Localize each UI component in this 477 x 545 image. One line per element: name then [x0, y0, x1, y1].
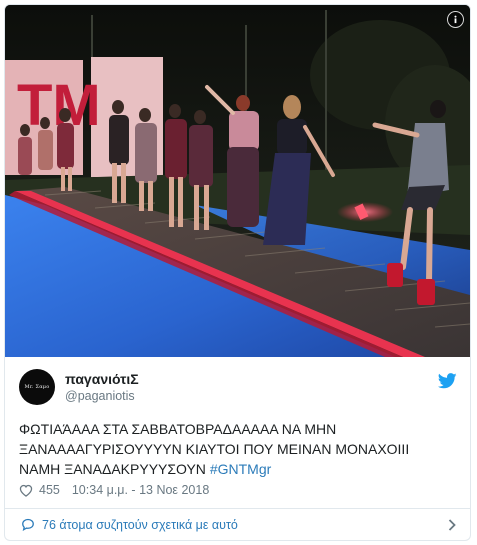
tweet-meta: 455 10:34 μ.μ. - 13 Νοε 2018 — [19, 481, 209, 499]
info-icon[interactable] — [447, 11, 464, 28]
avatar[interactable]: Mr. Σαμο — [19, 369, 55, 405]
tweet-card: TM Mr. Σαμο παγανιότιΣ @paganiotis ΦΩΤΙΑ… — [4, 4, 471, 541]
hashtag-link[interactable]: #GNTMgr — [210, 461, 271, 477]
speech-bubble-icon — [22, 518, 34, 531]
chevron-right-icon[interactable] — [448, 519, 456, 531]
display-name[interactable]: παγανιότιΣ — [65, 371, 139, 387]
avatar-text: Mr. Σαμο — [24, 384, 50, 390]
tweet-photo[interactable]: TM — [5, 5, 470, 357]
tweet-text: ΦΩΤΙΑΆΑΑΑ ΣΤΑ ΣΑΒΒΑΤΟΒΡΑΔΑΑΑΑΑ ΝΑ ΜΗΝ ΞΑ… — [19, 419, 459, 479]
heart-icon[interactable] — [19, 484, 33, 497]
like-count[interactable]: 455 — [39, 483, 60, 497]
twitter-bird-icon[interactable] — [438, 373, 457, 389]
runway-scene: TM — [5, 5, 470, 357]
conversation-link[interactable]: 76 άτομα συζητούν σχετικά με αυτό — [5, 509, 470, 540]
user-handle[interactable]: @paganiotis — [65, 389, 135, 403]
tweet-timestamp[interactable]: 10:34 μ.μ. - 13 Νοε 2018 — [72, 483, 209, 497]
conversation-text: 76 άτομα συζητούν σχετικά με αυτό — [42, 517, 238, 532]
tweet-header: Mr. Σαμο παγανιότιΣ @paganiotis — [19, 369, 459, 409]
